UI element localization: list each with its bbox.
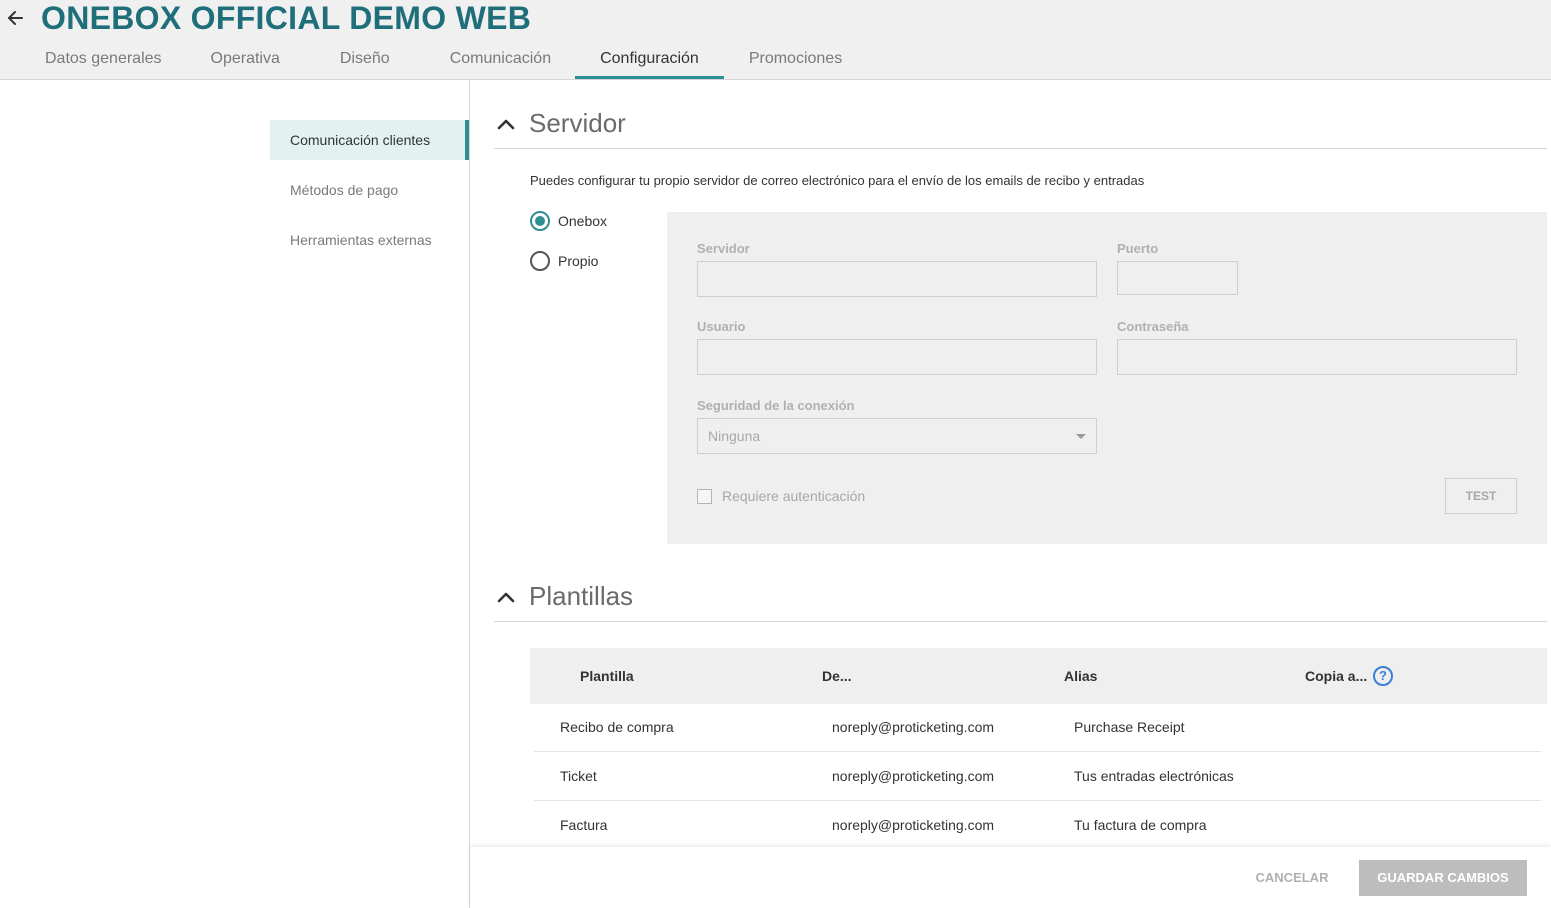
cancel-button[interactable]: CANCELAR <box>1244 860 1340 896</box>
servidor-input[interactable] <box>697 261 1097 297</box>
servidor-description: Puedes configurar tu propio servidor de … <box>530 173 1145 188</box>
caret-down-icon <box>1076 434 1086 439</box>
save-changes-button[interactable]: GUARDAR CAMBIOS <box>1359 860 1527 896</box>
column-header-alias: Alias <box>1064 668 1098 684</box>
checkbox-box[interactable] <box>697 488 712 504</box>
page-title: ONEBOX OFFICIAL DEMO WEB <box>41 0 532 36</box>
table-row[interactable]: Factura noreply@proticketing.com Tu fact… <box>534 801 1541 850</box>
test-button[interactable]: TEST <box>1445 478 1517 514</box>
page-header: ONEBOX OFFICIAL DEMO WEB Datos generales… <box>0 0 1551 80</box>
chevron-up-icon[interactable] <box>496 117 516 131</box>
tab-configuracion[interactable]: Configuración <box>575 40 724 79</box>
tab-comunicacion[interactable]: Comunicación <box>420 40 575 79</box>
radio-propio[interactable]: Propio <box>530 251 598 271</box>
seguridad-select-value: Ninguna <box>708 428 761 444</box>
tab-diseno[interactable]: Diseño <box>310 40 420 79</box>
puerto-input[interactable] <box>1117 261 1238 295</box>
sidebar-item-herramientas-externas[interactable]: Herramientas externas <box>270 220 469 260</box>
usuario-field-label: Usuario <box>697 319 746 334</box>
plantillas-title: Plantillas <box>529 581 634 611</box>
servidor-title: Servidor <box>529 108 626 138</box>
cell-de: noreply@proticketing.com <box>832 768 995 784</box>
servidor-section-header: Servidor <box>494 105 1547 149</box>
server-config-panel: Servidor Puerto Usuario Contraseña Segur… <box>667 212 1547 544</box>
table-row[interactable]: Ticket noreply@proticketing.com Tus entr… <box>534 752 1541 801</box>
action-footer: CANCELAR GUARDAR CAMBIOS <box>470 847 1551 908</box>
sidebar-item-comunicacion-clientes[interactable]: Comunicación clientes <box>270 120 469 160</box>
sidebar-divider <box>469 80 470 908</box>
usuario-input[interactable] <box>697 339 1097 375</box>
cell-de: noreply@proticketing.com <box>832 719 995 735</box>
tab-operativa[interactable]: Operativa <box>187 40 310 79</box>
plantillas-section-header: Plantillas <box>494 578 1547 622</box>
cell-plantilla: Factura <box>560 817 608 833</box>
contrasena-input[interactable] <box>1117 339 1517 375</box>
plantillas-table-header: Plantilla De... Alias Copia a... ? <box>530 648 1547 704</box>
tab-promociones[interactable]: Promociones <box>724 40 867 79</box>
sidebar: Comunicación clientes Métodos de pago He… <box>270 120 469 270</box>
sidebar-item-metodos-de-pago[interactable]: Métodos de pago <box>270 170 469 210</box>
column-header-copia: Copia a... <box>1305 668 1368 684</box>
radio-propio-label: Propio <box>558 253 599 269</box>
cell-plantilla: Recibo de compra <box>560 719 674 735</box>
radio-onebox[interactable]: Onebox <box>530 211 607 231</box>
seguridad-field-label: Seguridad de la conexión <box>697 398 855 413</box>
cell-de: noreply@proticketing.com <box>832 817 995 833</box>
servidor-field-label: Servidor <box>697 241 750 256</box>
column-header-plantilla: Plantilla <box>580 668 634 684</box>
contrasena-field-label: Contraseña <box>1117 319 1189 334</box>
requiere-autenticacion-label: Requiere autenticación <box>722 488 866 504</box>
cell-alias: Purchase Receipt <box>1074 719 1185 735</box>
seguridad-select[interactable]: Ninguna <box>697 418 1097 454</box>
column-header-de: De... <box>822 668 852 684</box>
radio-propio-circle[interactable] <box>530 251 550 271</box>
chevron-up-icon[interactable] <box>496 590 516 604</box>
radio-onebox-circle[interactable] <box>530 211 550 231</box>
back-arrow-icon[interactable] <box>4 6 26 30</box>
help-circle-icon[interactable]: ? <box>1373 666 1393 686</box>
puerto-field-label: Puerto <box>1117 241 1159 256</box>
table-row[interactable]: Recibo de compra noreply@proticketing.co… <box>534 703 1541 752</box>
main-tabs: Datos generales Operativa Diseño Comunic… <box>20 40 867 80</box>
cell-alias: Tus entradas electrónicas <box>1074 768 1234 784</box>
cell-plantilla: Ticket <box>560 768 597 784</box>
tab-datos-generales[interactable]: Datos generales <box>20 40 187 79</box>
cell-alias: Tu factura de compra <box>1074 817 1207 833</box>
radio-onebox-label: Onebox <box>558 213 608 229</box>
requiere-autenticacion-checkbox[interactable]: Requiere autenticación <box>697 488 865 504</box>
